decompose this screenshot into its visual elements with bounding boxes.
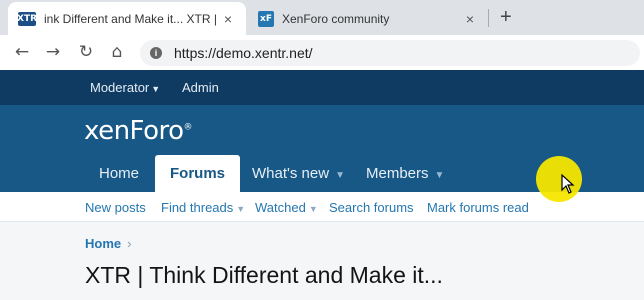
subnav-watched[interactable]: Watched ▼	[255, 200, 318, 215]
logo-registered-mark: ®	[183, 122, 193, 133]
tab-close-icon[interactable]: ×	[462, 11, 478, 27]
page-title: XTR | Think Different and Make it...	[85, 262, 443, 288]
caret-down-icon: ▼	[308, 204, 318, 214]
browser-toolbar: ← → ↻ ⌂ i https://demo.xentr.net/	[0, 35, 644, 70]
tab-close-icon[interactable]: ×	[220, 11, 236, 27]
site-info-icon[interactable]: i	[150, 47, 162, 59]
tab-divider	[488, 9, 489, 27]
caret-down-icon: ▼	[236, 204, 246, 214]
admin-link[interactable]: Admin	[182, 80, 219, 95]
nav-tab-whats-new[interactable]: What's new ▼	[237, 155, 360, 192]
forward-arrow-icon[interactable]: →	[42, 41, 64, 63]
reload-icon[interactable]: ↻	[75, 41, 97, 63]
subnav-mark-forums-read[interactable]: Mark forums read	[427, 200, 529, 215]
browser-tab-xenforo[interactable]: xF XenForo community ×	[248, 2, 488, 35]
address-bar[interactable]: i https://demo.xentr.net/	[140, 40, 640, 66]
xtr-favicon-icon: XTR	[17, 11, 38, 26]
tab-title: XenForo community	[282, 11, 390, 26]
url-text[interactable]: https://demo.xentr.net/	[174, 45, 313, 61]
nav-tab-label: Forums	[170, 165, 226, 182]
browser-tab-strip: XTR ink Different and Make it... XTR | ×…	[0, 0, 644, 35]
subnav-new-posts[interactable]: New posts	[85, 200, 146, 215]
nav-tab-label: What's new	[252, 165, 330, 182]
moderator-menu[interactable]: Moderator ▼	[90, 80, 160, 95]
nav-tab-label: Members	[366, 165, 429, 182]
staff-bar: Moderator ▼ Admin	[0, 70, 644, 105]
back-arrow-icon[interactable]: ←	[11, 41, 33, 63]
nav-tab-forums[interactable]: Forums	[155, 155, 241, 192]
chevron-right-icon: ›	[127, 236, 132, 251]
cursor-highlight	[536, 156, 582, 202]
browser-tab-active[interactable]: XTR ink Different and Make it... XTR | ×	[8, 2, 246, 35]
caret-down-icon[interactable]: ▼	[335, 170, 345, 181]
logo-text: xenForo	[84, 116, 184, 146]
subnav-search-forums[interactable]: Search forums	[329, 200, 414, 215]
tab-title: ink Different and Make it... XTR |	[44, 11, 217, 26]
site-logo[interactable]: xenForo®	[84, 116, 193, 146]
xenforo-favicon-icon: xF	[258, 10, 274, 27]
page-content: Home › XTR | Think Different and Make it.…	[0, 223, 644, 300]
nav-tab-members[interactable]: Members ▼	[351, 155, 459, 192]
home-icon[interactable]: ⌂	[106, 41, 128, 63]
breadcrumb-home-link[interactable]: Home	[85, 236, 121, 251]
breadcrumb: Home ›	[85, 236, 131, 251]
subnav-label: Find threads	[161, 200, 234, 215]
subnav-label: Watched	[255, 200, 306, 215]
caret-down-icon: ▼	[151, 84, 161, 94]
mouse-pointer-icon	[561, 174, 575, 194]
subnav-find-threads[interactable]: Find threads ▼	[161, 200, 245, 215]
caret-down-icon[interactable]: ▼	[435, 170, 445, 181]
new-tab-icon[interactable]: +	[500, 6, 512, 28]
moderator-label: Moderator	[90, 80, 150, 95]
nav-tab-label: Home	[99, 165, 140, 182]
nav-tab-home[interactable]: Home	[84, 155, 154, 192]
